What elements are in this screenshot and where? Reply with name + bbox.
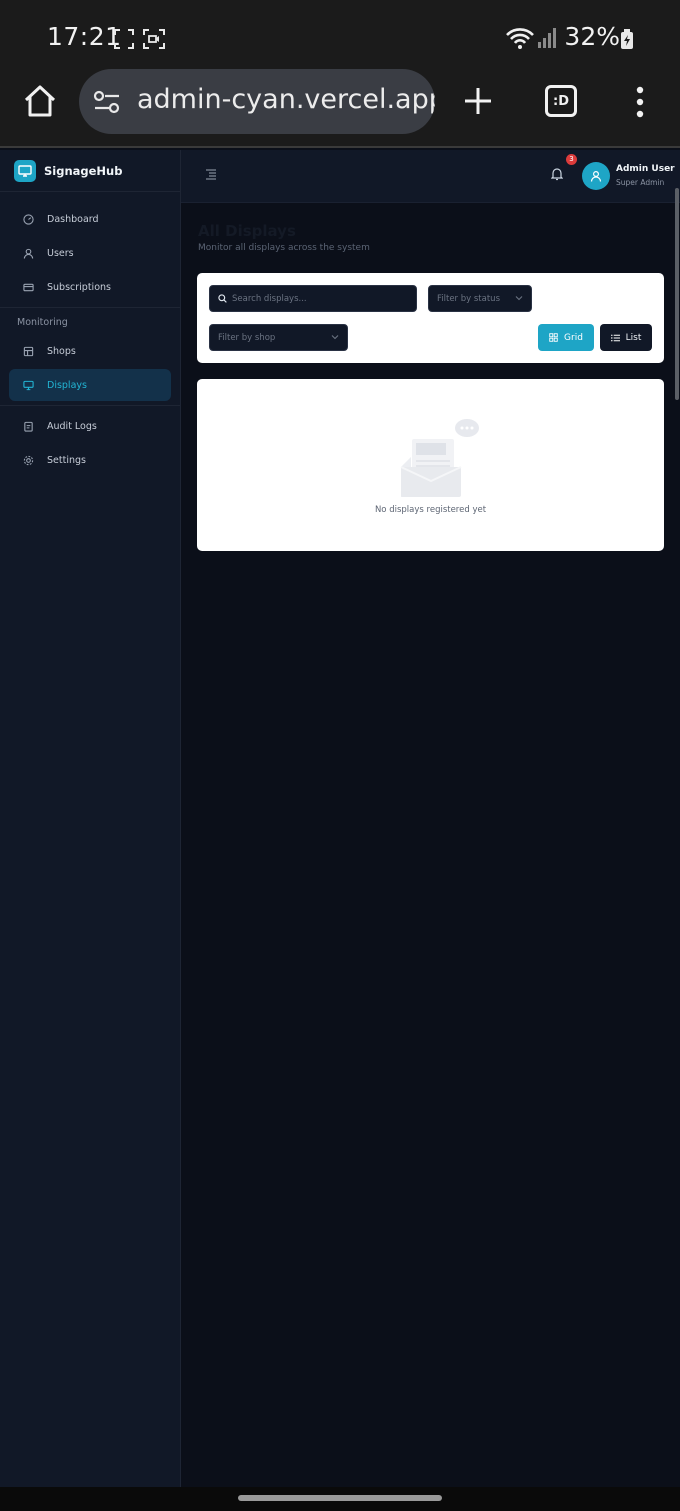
divider <box>0 405 180 406</box>
home-icon[interactable] <box>22 83 58 119</box>
sidebar-item-label: Users <box>47 247 74 259</box>
list-icon <box>610 334 620 341</box>
sidebar-item-label: Audit Logs <box>47 420 97 432</box>
main-content: All Displays Monitor all displays across… <box>181 204 680 1487</box>
brand[interactable]: SignageHub <box>0 150 180 192</box>
empty-state-message: No displays registered yet <box>374 505 487 515</box>
notification-badge: 3 <box>566 154 577 165</box>
sidebar-item-shops[interactable]: Shops <box>9 335 171 367</box>
sidebar-item-displays[interactable]: Displays <box>9 369 171 401</box>
grid-view-label: Grid <box>564 332 583 343</box>
sidebar-item-label: Settings <box>47 454 86 466</box>
battery-charging-icon <box>621 29 633 49</box>
address-bar[interactable]: admin-cyan.vercel.app <box>79 69 435 134</box>
sidebar-item-audit-logs[interactable]: Audit Logs <box>9 410 171 442</box>
sidebar-item-label: Subscriptions <box>47 281 111 293</box>
status-filter-placeholder: Filter by status <box>437 293 500 304</box>
signal-icon <box>538 28 556 48</box>
empty-inbox-illustration <box>400 419 479 497</box>
monitor-icon <box>23 380 34 390</box>
grid-view-button[interactable]: Grid <box>538 324 594 351</box>
chevron-down-icon <box>331 335 339 340</box>
user-icon <box>23 248 34 259</box>
system-navigation-bar <box>0 1487 680 1511</box>
divider <box>0 307 180 308</box>
battery-percentage: 32% <box>564 22 620 51</box>
clock: 17:21 <box>47 22 122 51</box>
sidebar-nav: Dashboard Users Subscriptions Monitoring… <box>0 192 180 476</box>
tab-switcher-button[interactable]: :D <box>545 85 577 117</box>
sidebar-item-label: Displays <box>47 379 87 391</box>
user-name[interactable]: Admin User <box>616 164 675 174</box>
new-tab-icon[interactable] <box>463 86 493 116</box>
site-settings-icon[interactable] <box>93 89 121 115</box>
menu-toggle-icon[interactable] <box>205 169 217 180</box>
list-view-button[interactable]: List <box>600 324 652 351</box>
wifi-icon <box>506 28 534 49</box>
url-text[interactable]: admin-cyan.vercel.app <box>137 84 435 115</box>
card-icon <box>23 283 34 291</box>
status-filter-select[interactable]: Filter by status <box>428 285 532 312</box>
list-view-label: List <box>625 332 642 343</box>
chevron-down-icon <box>515 296 523 301</box>
search-icon <box>218 294 227 303</box>
monitor-icon <box>18 164 32 177</box>
browser-toolbar: admin-cyan.vercel.app :D <box>0 60 680 148</box>
nav-section-monitoring: Monitoring <box>17 317 68 328</box>
search-input[interactable]: Search displays... <box>209 285 417 312</box>
sidebar-item-label: Shops <box>47 345 76 357</box>
empty-state-card: No displays registered yet <box>197 379 664 551</box>
sidebar-item-users[interactable]: Users <box>9 237 171 269</box>
brand-logo <box>14 159 36 182</box>
gauge-icon <box>23 213 34 225</box>
gesture-handle[interactable] <box>238 1495 442 1501</box>
sidebar-item-settings[interactable]: Settings <box>9 444 171 476</box>
page-subtitle: Monitor all displays across the system <box>198 243 370 253</box>
screen-record-icon <box>143 29 165 49</box>
page-scrollbar[interactable] <box>675 188 679 400</box>
app-header: 3 Admin User Super Admin <box>181 150 680 203</box>
more-menu-icon[interactable] <box>634 85 646 119</box>
user-icon <box>590 170 602 182</box>
avatar[interactable] <box>582 162 610 190</box>
screenshot-icon <box>114 29 134 49</box>
sidebar-item-subscriptions[interactable]: Subscriptions <box>9 271 171 303</box>
filter-bar: Search displays... Filter by status Filt… <box>197 273 664 363</box>
user-role: Super Admin <box>616 178 665 187</box>
bell-icon[interactable] <box>551 167 563 181</box>
sidebar-item-dashboard[interactable]: Dashboard <box>9 203 171 235</box>
sidebar: SignageHub Dashboard Users Subscriptions… <box>0 150 181 1487</box>
shop-filter-placeholder: Filter by shop <box>218 332 276 343</box>
sidebar-item-label: Dashboard <box>47 213 99 225</box>
tab-switcher-label: :D <box>553 93 569 109</box>
grid-icon <box>549 333 558 342</box>
brand-name: SignageHub <box>44 163 123 178</box>
search-placeholder: Search displays... <box>232 293 307 304</box>
clipboard-icon <box>24 421 33 432</box>
page-title: All Displays <box>198 222 296 240</box>
gear-icon <box>23 455 34 465</box>
store-icon <box>23 346 34 356</box>
shop-filter-select[interactable]: Filter by shop <box>209 324 348 351</box>
